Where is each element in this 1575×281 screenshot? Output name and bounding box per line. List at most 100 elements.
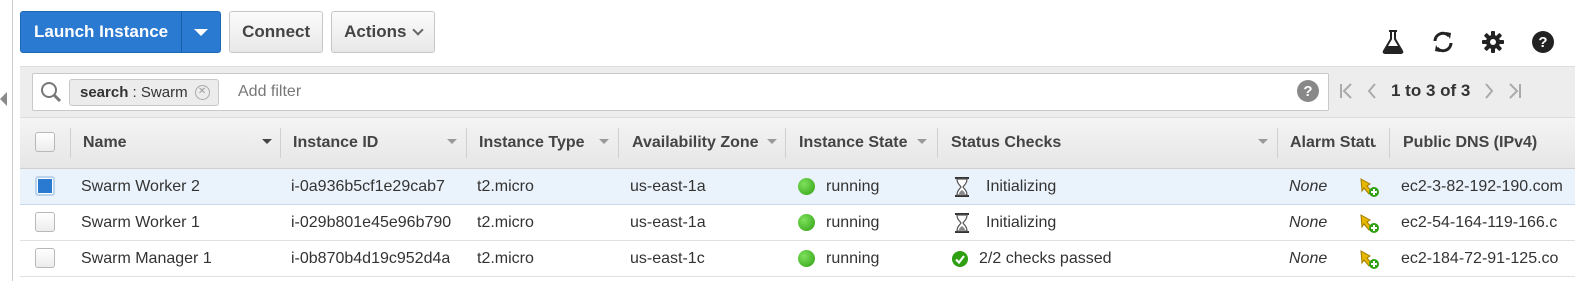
public-dns: ec2-3-82-192-190.com [1401,177,1563,195]
col-instance-type-label: Instance Type [479,134,585,151]
instances-table: Name Instance ID Instance Type Availabil… [20,118,1575,277]
status-checks: Initializing [955,205,1056,240]
search-filter-input[interactable]: search : Swarm ✕ Add filter ? [32,73,1329,111]
hourglass-icon [955,176,969,197]
select-all-checkbox[interactable] [35,132,55,152]
instance-state-label: running [826,249,880,267]
sort-icon [447,139,457,144]
instance-type: t2.micro [477,177,534,195]
col-instance-id[interactable]: Instance ID [293,118,465,168]
col-instance-state[interactable]: Instance State [799,118,935,168]
hourglass-icon [955,212,969,233]
col-instance-state-label: Instance State [799,134,908,151]
instance-type: t2.micro [477,249,534,267]
col-availability-zone[interactable]: Availability Zone [632,118,785,168]
instance-state: running [798,241,879,276]
instance-state: running [798,169,879,204]
col-public-dns-label: Public DNS (IPv4) [1403,134,1538,151]
running-status-icon [798,178,815,195]
refresh-icon[interactable] [1431,30,1455,54]
help-icon[interactable]: ? [1531,30,1555,54]
filter-bar: search : Swarm ✕ Add filter ? 1 to 3 of … [20,66,1575,118]
running-status-icon [798,214,815,231]
filter-chip-separator: : [128,84,141,101]
create-alarm-icon[interactable] [1358,205,1380,240]
filter-help-icon[interactable]: ? [1297,80,1319,102]
filter-chip-key: search [80,84,129,101]
pagination: 1 to 3 of 3 [1332,67,1529,115]
instance-id: i-0a936b5cf1e29cab7 [291,177,445,195]
top-icon-bar: ? [1355,30,1555,54]
sort-icon [599,139,609,144]
create-alarm-icon[interactable] [1358,241,1380,276]
caret-down-icon [194,28,209,36]
chevron-down-icon [412,24,425,36]
launch-instance-button-group: Launch Instance [20,11,222,53]
gear-icon[interactable] [1481,30,1505,54]
col-instance-type[interactable]: Instance Type [479,118,617,168]
connect-button[interactable]: Connect [229,11,324,53]
col-name[interactable]: Name [83,118,280,168]
col-alarm-status-label: Alarm Statu [1290,134,1376,151]
availability-zone: us-east-1a [630,213,706,231]
pagination-count: 1 to 3 of 3 [1391,81,1471,100]
public-dns: ec2-184-72-91-125.co [1401,249,1559,267]
table-header: Name Instance ID Instance Type Availabil… [20,118,1575,169]
table-row[interactable]: Swarm Worker 1 i-029b801e45e96b790 t2.mi… [20,205,1575,241]
availability-zone: us-east-1a [630,177,706,195]
row-checkbox[interactable] [35,212,55,232]
last-page-icon[interactable] [1508,82,1522,100]
launch-instance-button[interactable]: Launch Instance [21,12,181,52]
first-page-icon[interactable] [1339,82,1353,100]
svg-text:?: ? [1538,34,1547,51]
instance-name: Swarm Worker 1 [81,213,200,231]
col-instance-id-label: Instance ID [293,134,379,151]
table-row[interactable]: Swarm Worker 2 i-0a936b5cf1e29cab7 t2.mi… [20,169,1575,205]
instance-state-label: running [826,177,880,195]
status-checks-label: Initializing [986,177,1057,195]
col-status-checks[interactable]: Status Checks [951,118,1276,168]
availability-zone: us-east-1c [630,249,705,267]
prev-page-icon[interactable] [1367,82,1377,100]
row-checkbox[interactable] [35,176,55,196]
col-name-label: Name [83,134,127,151]
add-filter-placeholder[interactable]: Add filter [238,74,301,110]
next-page-icon[interactable] [1484,82,1494,100]
col-availability-zone-label: Availability Zone [632,134,759,151]
col-public-dns[interactable]: Public DNS (IPv4) [1403,118,1575,168]
public-dns: ec2-54-164-119-166.c [1401,213,1558,231]
connect-label: Connect [242,22,311,41]
remove-filter-icon[interactable]: ✕ [194,85,210,100]
actions-label: Actions [344,22,407,41]
actions-button[interactable]: Actions [331,11,436,53]
left-nav-rail [0,0,13,281]
check-circle-icon [951,250,969,268]
running-status-icon [798,250,815,267]
status-checks: Initializing [955,169,1056,204]
status-checks-label: 2/2 checks passed [979,249,1112,267]
search-icon [40,81,62,108]
col-status-checks-label: Status Checks [951,134,1062,151]
alarm-status: None [1289,249,1328,267]
launch-options-dropdown[interactable] [181,12,220,52]
create-alarm-icon[interactable] [1358,169,1380,204]
table-row[interactable]: Swarm Manager 1 i-0b870b4d19c952d4a t2.m… [20,241,1575,277]
instance-state: running [798,205,879,240]
sort-icon [262,139,272,144]
col-alarm-status[interactable]: Alarm Statu [1290,118,1376,168]
alarm-status: None [1289,213,1328,231]
toolbar: Launch Instance Connect Actions [20,11,436,53]
instance-type: t2.micro [477,213,534,231]
filter-chip-value: Swarm [140,84,188,101]
flask-icon[interactable] [1381,30,1405,54]
instance-id: i-0b870b4d19c952d4a [291,249,451,267]
status-checks: 2/2 checks passed [951,241,1112,276]
instance-name: Swarm Worker 2 [81,177,200,195]
row-checkbox[interactable] [35,248,55,268]
status-checks-label: Initializing [986,213,1057,231]
sort-icon [1258,139,1268,144]
sort-icon [917,139,927,144]
collapse-nav-icon[interactable] [0,92,7,106]
filter-chip[interactable]: search : Swarm ✕ [69,79,219,106]
instance-id: i-029b801e45e96b790 [291,213,452,231]
